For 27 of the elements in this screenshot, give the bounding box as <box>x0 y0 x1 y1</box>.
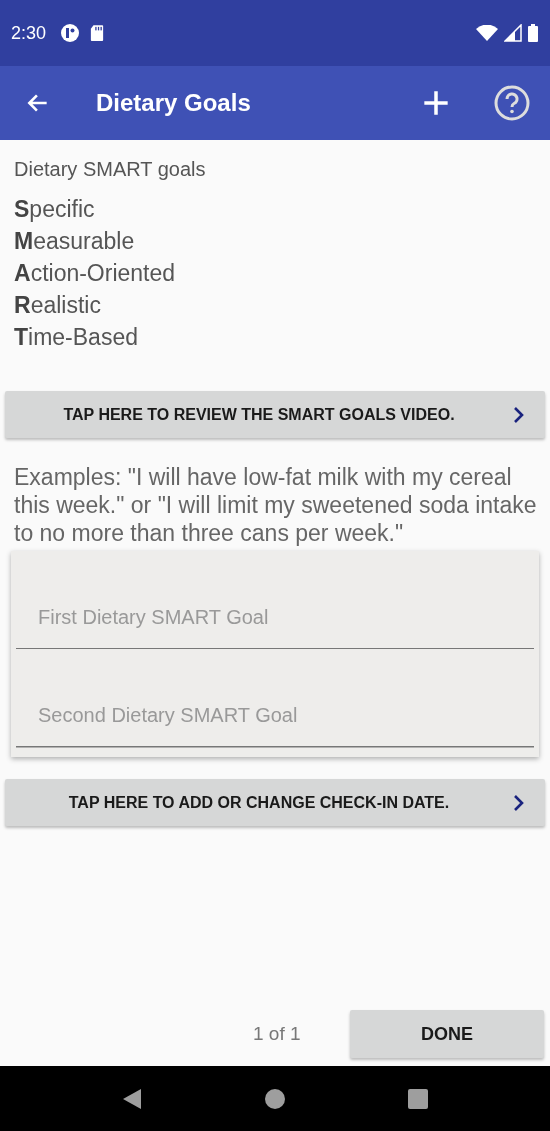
back-icon[interactable] <box>121 1087 142 1110</box>
notification-icon <box>60 23 81 43</box>
signal-icon <box>504 24 522 42</box>
recents-icon[interactable] <box>408 1088 429 1109</box>
chevron-right-icon <box>513 405 525 424</box>
add-icon[interactable] <box>422 89 450 117</box>
smart-item: Action-Oriented <box>14 259 177 288</box>
smart-item: Realistic <box>14 291 102 320</box>
examples-text: Examples: "I will have low-fat milk with my cereal this week." or "I will limit my sweetened soda intake to no more than three cans per week." <box>14 463 538 547</box>
goal-input-field[interactable]: First Dietary SMART Goal <box>11 551 539 649</box>
done-button[interactable]: DONE <box>350 1010 544 1058</box>
section-heading: Dietary SMART goals <box>14 158 207 181</box>
battery-icon <box>528 24 538 42</box>
home-icon[interactable] <box>265 1088 285 1109</box>
page-indicator: 1 of 1 <box>253 1023 302 1045</box>
smart-item: Time-Based <box>14 323 139 352</box>
screen-title: Dietary Goals <box>96 89 252 117</box>
help-icon[interactable] <box>494 85 530 121</box>
smart-item: Measurable <box>14 227 136 256</box>
smart-item: Specific <box>14 195 96 224</box>
check-in-date-button[interactable]: TAP HERE TO ADD OR CHANGE CHECK-IN DATE. <box>5 779 545 826</box>
clock-time: 2:30 <box>11 22 47 44</box>
goal-input-field[interactable]: Second Dietary SMART Goal <box>11 649 539 757</box>
wifi-icon <box>476 25 498 41</box>
chevron-right-icon <box>513 793 525 812</box>
review-video-button[interactable]: TAP HERE TO REVIEW THE SMART GOALS VIDEO. <box>5 391 545 438</box>
sd-card-icon <box>90 24 105 42</box>
